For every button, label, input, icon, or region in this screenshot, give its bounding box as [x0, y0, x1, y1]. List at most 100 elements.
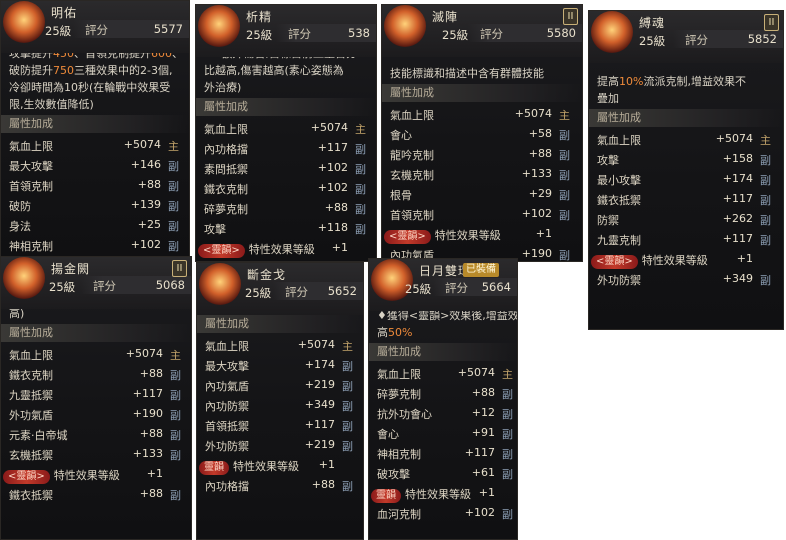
description-text: 三種效果中的2-3個, — [74, 64, 173, 77]
item-name: 縛魂 — [639, 16, 666, 30]
item-emblem-icon — [3, 257, 45, 299]
attribute-name: 內功氣盾 — [205, 380, 249, 393]
attribute-name: 靈韻 特性效果等級 — [371, 486, 471, 503]
item-card[interactable]: 縛魂 25級 評分 5852 II 提高10%流派克制,增益效果不 疊加 屬性加成 氣血上限 +5… — [588, 10, 784, 330]
attribute-row: 內功氣盾 +219 副 — [197, 375, 363, 395]
primary-attribute-icon: 主 — [342, 340, 353, 353]
attribute-value: +1 — [331, 241, 348, 254]
lingyun-pill: <靈韻> — [591, 255, 638, 269]
item-name: 明佑 — [51, 6, 78, 20]
attribute-name-text: 特性效果等級 — [405, 488, 471, 501]
attribute-value: +102 — [521, 207, 552, 220]
attribute-value: +219 — [304, 378, 335, 391]
secondary-attribute-icon: 副 — [168, 220, 179, 233]
secondary-attribute-icon: 副 — [342, 480, 353, 493]
score-box: 評分 538 — [276, 24, 376, 42]
attribute-row: 氣血上限 +5074 主 — [1, 135, 189, 155]
attribute-name-text: 特性效果等級 — [248, 243, 315, 256]
primary-attribute-icon: 主 — [170, 349, 181, 362]
tier-badge-icon: II — [764, 14, 779, 31]
attribute-value: +102 — [317, 161, 348, 174]
attribute-value: +25 — [137, 218, 161, 231]
attribute-row: 神相克制 +102 副 — [1, 235, 189, 255]
description-line: 高50% — [377, 324, 509, 341]
attribute-row: 神相克制 +117 副 — [369, 443, 517, 463]
item-card[interactable]: 明佑 25級 評分 5577 攻擊提升450、首領克制提升600、 破防提升750三種效果… — [0, 0, 190, 258]
attribute-value: +5074 — [457, 366, 495, 379]
attribute-value: +146 — [130, 158, 161, 171]
secondary-attribute-icon: 副 — [342, 440, 353, 453]
secondary-attribute-icon: 副 — [760, 174, 771, 187]
attribute-row: 攻擊 +118 副 — [196, 218, 376, 238]
description-line: 破防提升750三種效果中的2-3個, — [9, 62, 181, 79]
attribute-row: 內功格擋 +117 副 — [196, 138, 376, 158]
attribute-row: 首領克制 +102 副 — [382, 204, 582, 224]
attribute-row: 氣血上限 +5074 主 — [196, 118, 376, 138]
lingyun-pill: <靈韻> — [3, 470, 50, 484]
item-card[interactable]: 日月雙環25級評分5664已裝備♦獲得<靈韻>效果後,增益效果提高50%屬性加成… — [368, 258, 518, 540]
description-line: 外治療) — [204, 79, 368, 96]
attribute-value: +58 — [528, 127, 552, 140]
attribute-name: <靈韻> 特性效果等級 — [3, 467, 120, 484]
attribute-value: +117 — [304, 418, 335, 431]
item-level: 25級 — [245, 286, 272, 300]
attribute-value: +262 — [722, 212, 753, 225]
attribute-name-text: 特性效果等級 — [233, 460, 299, 473]
score-box: 評分 5664 — [433, 278, 517, 296]
item-name: 斷金戈 — [247, 268, 287, 282]
attribute-value: +1 — [478, 486, 495, 499]
attribute-row: 外功防禦 +349 副 — [589, 269, 783, 289]
attribute-value: +1 — [535, 227, 552, 240]
secondary-attribute-icon: 副 — [502, 448, 513, 461]
description-line: 比越高,傷害越高(素心姿態為 — [204, 62, 368, 79]
attribute-name: 玄機抵禦 — [9, 449, 53, 462]
item-card[interactable]: 滅陣 25級 評分 5580 II 技能標識和描述中含有群體技能 屬性加成 氣血上限 +5074… — [381, 4, 583, 262]
score-box: 評分 5580 — [468, 24, 582, 42]
score-value: 5068 — [155, 278, 185, 292]
item-card[interactable]: 揚金闕 25級 評分 5068 II 高) 屬性加成 氣血上限 +5074 主鐵衣克制 +88 副九靈… — [0, 256, 192, 540]
attribute-name: 內功格擋 — [204, 143, 248, 156]
attribute-row: 首領克制 +88 副 — [1, 175, 189, 195]
attribute-value: +102 — [317, 181, 348, 194]
highlight-value: 750 — [53, 64, 74, 77]
secondary-attribute-icon: 副 — [355, 203, 366, 216]
attribute-row: 玄機克制 +133 副 — [382, 164, 582, 184]
attribute-name: 會心 — [377, 428, 399, 441]
card-header: 縛魂 25級 評分 5852 II — [589, 11, 783, 63]
attribute-value: +88 — [311, 478, 335, 491]
score-label: 評分 — [445, 281, 468, 295]
item-level: 25級 — [49, 280, 76, 294]
attribute-row: 靈韻 特性效果等級 +1 — [197, 455, 363, 475]
equipped-tag: 已裝備 — [463, 263, 499, 277]
attribute-row: 根骨 +29 副 — [382, 184, 582, 204]
attribute-row: 素問抵禦 +102 副 — [196, 158, 376, 178]
secondary-attribute-icon: 副 — [355, 163, 366, 176]
attribute-value: +117 — [464, 446, 495, 459]
description-text: 疊加 — [597, 92, 619, 105]
attribute-row: 九靈克制 +117 副 — [589, 229, 783, 249]
attribute-row: 鐵衣抵禦 +88 副 — [1, 484, 191, 504]
secondary-attribute-icon: 副 — [760, 234, 771, 247]
item-emblem-icon — [198, 5, 240, 47]
attribute-name-text: 特性效果等級 — [641, 254, 708, 267]
attribute-section-header: 屬性加成 — [196, 98, 376, 116]
attribute-row: 破防 +139 副 — [1, 195, 189, 215]
attribute-value: +1 — [736, 252, 753, 265]
attribute-name: 身法 — [9, 220, 31, 233]
secondary-attribute-icon: 副 — [760, 194, 771, 207]
description-line: 冷卻時間為10秒(在輪戰中效果受 — [9, 79, 181, 96]
attribute-value: +219 — [304, 438, 335, 451]
attribute-value: +91 — [471, 426, 495, 439]
description-text: 提高 — [597, 75, 619, 88]
attribute-row: 九靈抵禦 +117 副 — [1, 384, 191, 404]
attribute-value: +117 — [317, 141, 348, 154]
item-card[interactable]: 析精25級評分5382%額外傷害,目標目前血量百分比越高,傷害越高(素心姿態為外… — [195, 4, 377, 262]
item-name: 揚金闕 — [51, 262, 91, 276]
attribute-value: +174 — [304, 358, 335, 371]
card-header: 揚金闕 25級 評分 5068 II — [1, 257, 191, 309]
attribute-name: 元素·白帝城 — [9, 429, 68, 442]
attribute-row: 玄機抵禦 +133 副 — [1, 444, 191, 464]
secondary-attribute-icon: 副 — [502, 388, 513, 401]
item-card[interactable]: 斷金戈 25級 評分 5652 屬性加成 氣血上限 +5074 主最大攻擊 +174 副內功氣盾 +… — [196, 262, 364, 540]
attribute-row: 外功防禦 +219 副 — [197, 435, 363, 455]
